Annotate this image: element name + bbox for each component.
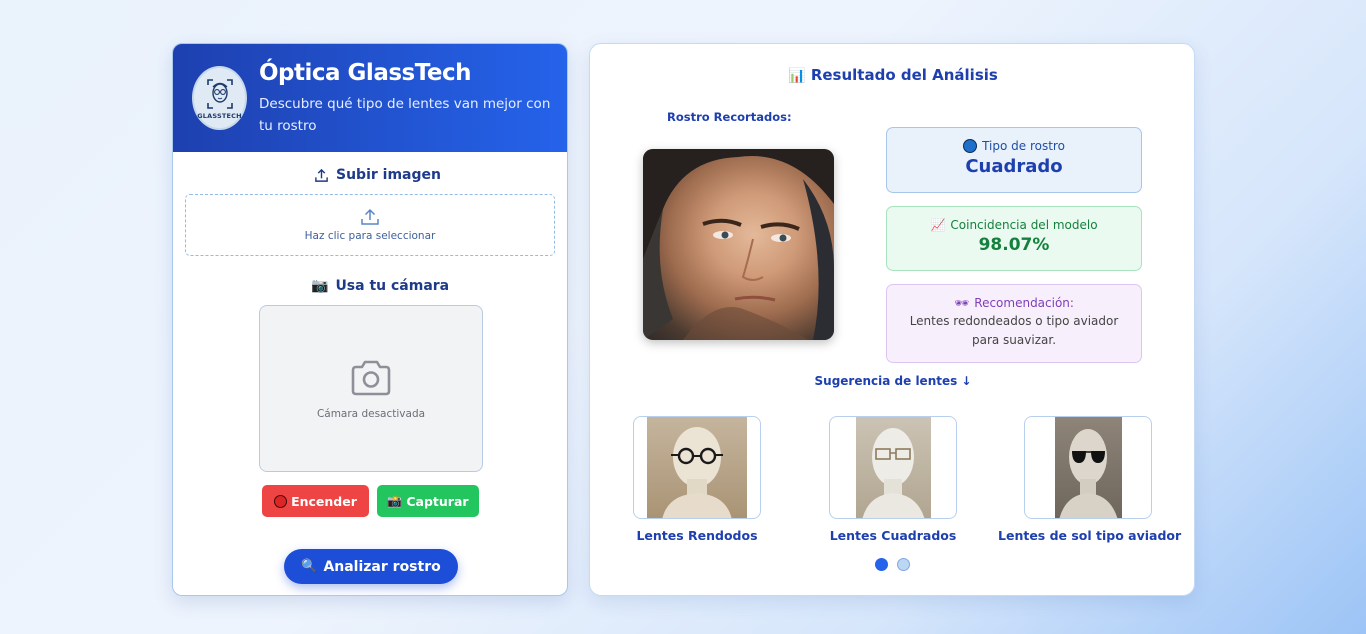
aviator-glasses-image xyxy=(1054,417,1122,518)
suggestion-label-square: Lentes Cuadrados xyxy=(829,528,957,543)
recommendation-card: 🕶 Recomendación: Lentes redondeados o ti… xyxy=(886,284,1142,363)
app-subtitle: Descubre qué tipo de lentes van mejor co… xyxy=(259,96,551,134)
round-glasses-image xyxy=(647,417,747,518)
analyze-button[interactable]: 🔍 Analizar rostro xyxy=(284,549,458,584)
suggestion-card-aviator[interactable] xyxy=(1024,416,1152,519)
recommendation-header: 🕶 Recomendación: xyxy=(887,296,1141,310)
result-title: 📊 Resultado del Análisis xyxy=(590,66,1196,84)
sunglasses-icon: 🕶 xyxy=(954,296,970,310)
app-logo: GLASSTECH xyxy=(192,66,247,130)
square-glasses-image xyxy=(855,417,931,518)
face-type-value: Cuadrado xyxy=(965,156,1063,177)
face-scan-icon xyxy=(206,78,233,109)
bust-aviator-sunglasses-icon xyxy=(1059,429,1117,518)
face-illustration xyxy=(643,149,834,340)
match-label: Coincidencia del modelo xyxy=(950,218,1098,232)
face-type-label: Tipo de rostro xyxy=(982,139,1065,153)
bust-square-glasses-icon xyxy=(862,428,924,518)
cropped-face-image xyxy=(643,149,834,340)
analyze-label: Analizar rostro xyxy=(323,558,441,575)
magnifier-icon: 🔍 xyxy=(301,559,318,574)
face-type-card: Tipo de rostro Cuadrado xyxy=(886,127,1142,193)
camera-emoji-icon: 📷 xyxy=(311,278,329,294)
recommendation-label: Recomendación: xyxy=(974,296,1074,310)
carousel-dot-2[interactable] xyxy=(897,558,910,571)
suggestions-title: Sugerencia de lentes ↓ xyxy=(814,374,972,388)
capture-label: Capturar xyxy=(406,493,469,509)
chart-icon: 📊 xyxy=(788,68,806,84)
camera-title: Usa tu cámara xyxy=(335,278,450,294)
capture-button[interactable]: 📸 Capturar xyxy=(377,485,479,517)
match-value: 98.07% xyxy=(978,235,1050,255)
face-type-header: Tipo de rostro xyxy=(887,139,1141,153)
upload-dropzone[interactable]: Haz clic para seleccionar xyxy=(185,194,555,256)
trend-chart-icon: 📈 xyxy=(930,218,946,232)
suggestion-label-aviator: Lentes de sol tipo aviador xyxy=(998,528,1182,543)
result-panel: 📊 Resultado del Análisis Rostro Recortad… xyxy=(589,43,1195,596)
suggestion-card-square[interactable] xyxy=(829,416,957,519)
camera-status: Cámara desactivada xyxy=(316,407,426,420)
camera-preview: Cámara desactivada xyxy=(259,305,483,472)
carousel-dot-1[interactable] xyxy=(875,558,888,571)
camera-on-label: Encender xyxy=(291,493,357,509)
match-header: 📈 Coincidencia del modelo xyxy=(887,218,1141,232)
camera-icon xyxy=(351,360,391,395)
camera-flash-icon: 📸 xyxy=(387,494,403,508)
record-icon xyxy=(274,494,288,508)
blue-circle-icon xyxy=(963,139,978,153)
camera-section-title: 📷 Usa tu cámara xyxy=(311,278,449,294)
upload-hint: Haz clic para seleccionar xyxy=(304,230,436,242)
upload-icon xyxy=(315,168,328,182)
face-label: Rostro Recortados: xyxy=(667,110,792,124)
app-header: GLASSTECH Óptica GlassTech Descubre qué … xyxy=(173,44,567,152)
result-title-text: Resultado del Análisis xyxy=(810,66,998,84)
match-card: 📈 Coincidencia del modelo 98.07% xyxy=(886,206,1142,271)
bust-round-glasses-icon xyxy=(662,427,732,518)
suggestion-label-round: Lentes Rendodos xyxy=(636,528,758,543)
app-title: Óptica GlassTech xyxy=(259,60,471,86)
upload-panel: GLASSTECH Óptica GlassTech Descubre qué … xyxy=(172,43,568,596)
camera-on-button[interactable]: Encender xyxy=(262,485,369,517)
suggestion-card-round[interactable] xyxy=(633,416,761,519)
upload-icon xyxy=(361,208,379,225)
upload-section-title: Subir imagen xyxy=(314,167,441,183)
upload-title: Subir imagen xyxy=(336,167,441,183)
recommendation-text: Lentes redondeados o tipo aviador para s… xyxy=(909,314,1119,347)
logo-text: GLASSTECH xyxy=(197,111,242,120)
